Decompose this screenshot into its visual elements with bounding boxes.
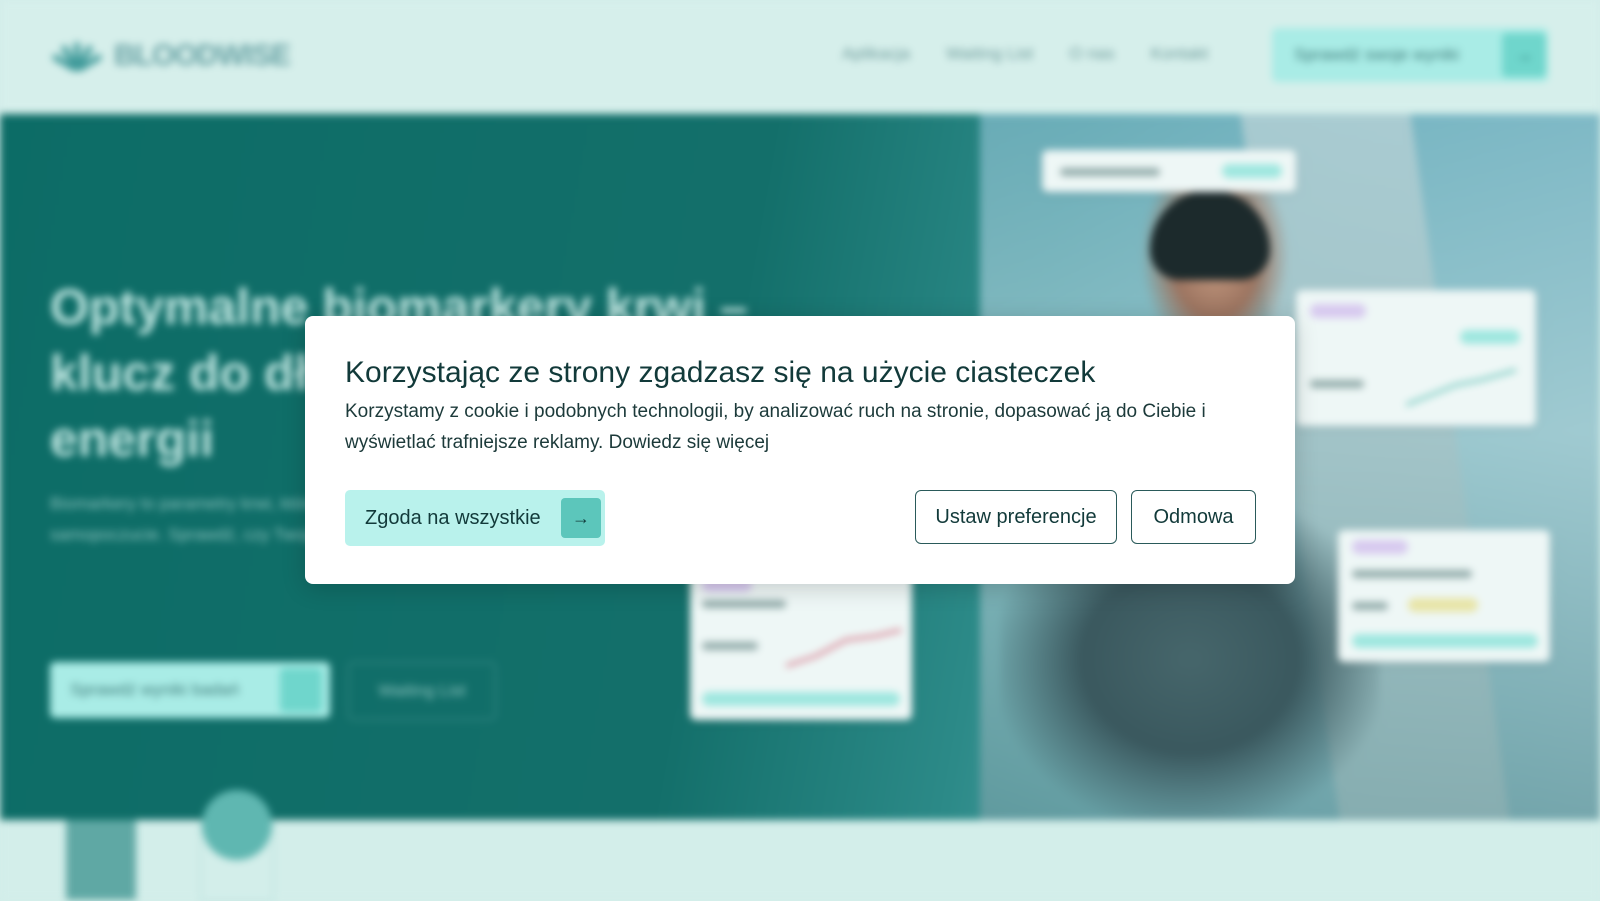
hero-waiting-list-button[interactable]: Waiting List: [348, 662, 496, 720]
result-chip-card: [1042, 150, 1296, 192]
card-text-line: [1352, 602, 1388, 610]
card-status-bar: [1222, 164, 1282, 178]
site-header: BLOODWISE Aplikacja Waiting List O nas K…: [0, 0, 1600, 112]
biomarker-card-bottom-right: [1338, 530, 1550, 662]
card-text-line: [702, 600, 786, 608]
accept-all-button[interactable]: Zgoda na wszystkie →: [345, 490, 605, 546]
nav-item-waiting-list[interactable]: Waiting List: [946, 44, 1033, 64]
hero-primary-label: Sprawdź wyniki badań: [70, 680, 240, 699]
nav-item-aplikacja[interactable]: Aplikacja: [842, 44, 910, 64]
card-text-line: [1060, 168, 1160, 176]
card-action-bar: [702, 692, 900, 706]
lotus-logo-icon: [50, 36, 104, 76]
card-text-line: [1352, 570, 1472, 578]
card-tag: [1352, 540, 1408, 554]
check-results-label: Sprawdź swoje wyniki: [1294, 45, 1460, 64]
biomarker-card-right: [1296, 290, 1536, 426]
cookie-dialog-text: Korzystamy z cookie i podobnych technolo…: [345, 401, 1206, 453]
decor-circle: [202, 790, 272, 860]
card-tag: [1310, 304, 1366, 318]
brand-name: BLOODWISE: [114, 39, 291, 72]
cookie-dialog-title: Korzystając ze strony zgadzasz się na uż…: [345, 356, 1096, 389]
check-results-button[interactable]: Sprawdź swoje wyniki →: [1272, 28, 1548, 82]
decor-block: [66, 820, 136, 900]
arrow-right-icon: →: [1502, 33, 1546, 77]
card-text-line: [1310, 380, 1364, 388]
card-status-bar: [1408, 598, 1478, 612]
nav-item-kontakt[interactable]: Kontakt: [1151, 44, 1209, 64]
trend-chart-icon: [1406, 368, 1517, 407]
main-nav: Aplikacja Waiting List O nas Kontakt: [842, 44, 1208, 64]
refuse-button[interactable]: Odmowa: [1131, 490, 1256, 544]
hero-primary-button[interactable]: Sprawdź wyniki badań: [50, 662, 330, 718]
card-text-line: [702, 642, 758, 650]
trend-chart-icon: [786, 628, 902, 668]
biomarker-card-center: [690, 570, 912, 720]
brand-logo[interactable]: BLOODWISE: [50, 36, 291, 76]
arrow-right-icon: [280, 668, 322, 712]
accept-all-label: Zgoda na wszystkie: [365, 506, 541, 529]
card-action-bar: [1352, 634, 1538, 648]
cookie-consent-dialog: Korzystając ze strony zgadzasz się na uż…: [305, 316, 1295, 584]
set-preferences-button[interactable]: Ustaw preferencje: [915, 490, 1117, 544]
nav-item-o-nas[interactable]: O nas: [1069, 44, 1114, 64]
card-status-bar: [1460, 330, 1520, 344]
arrow-right-icon: →: [561, 498, 601, 538]
